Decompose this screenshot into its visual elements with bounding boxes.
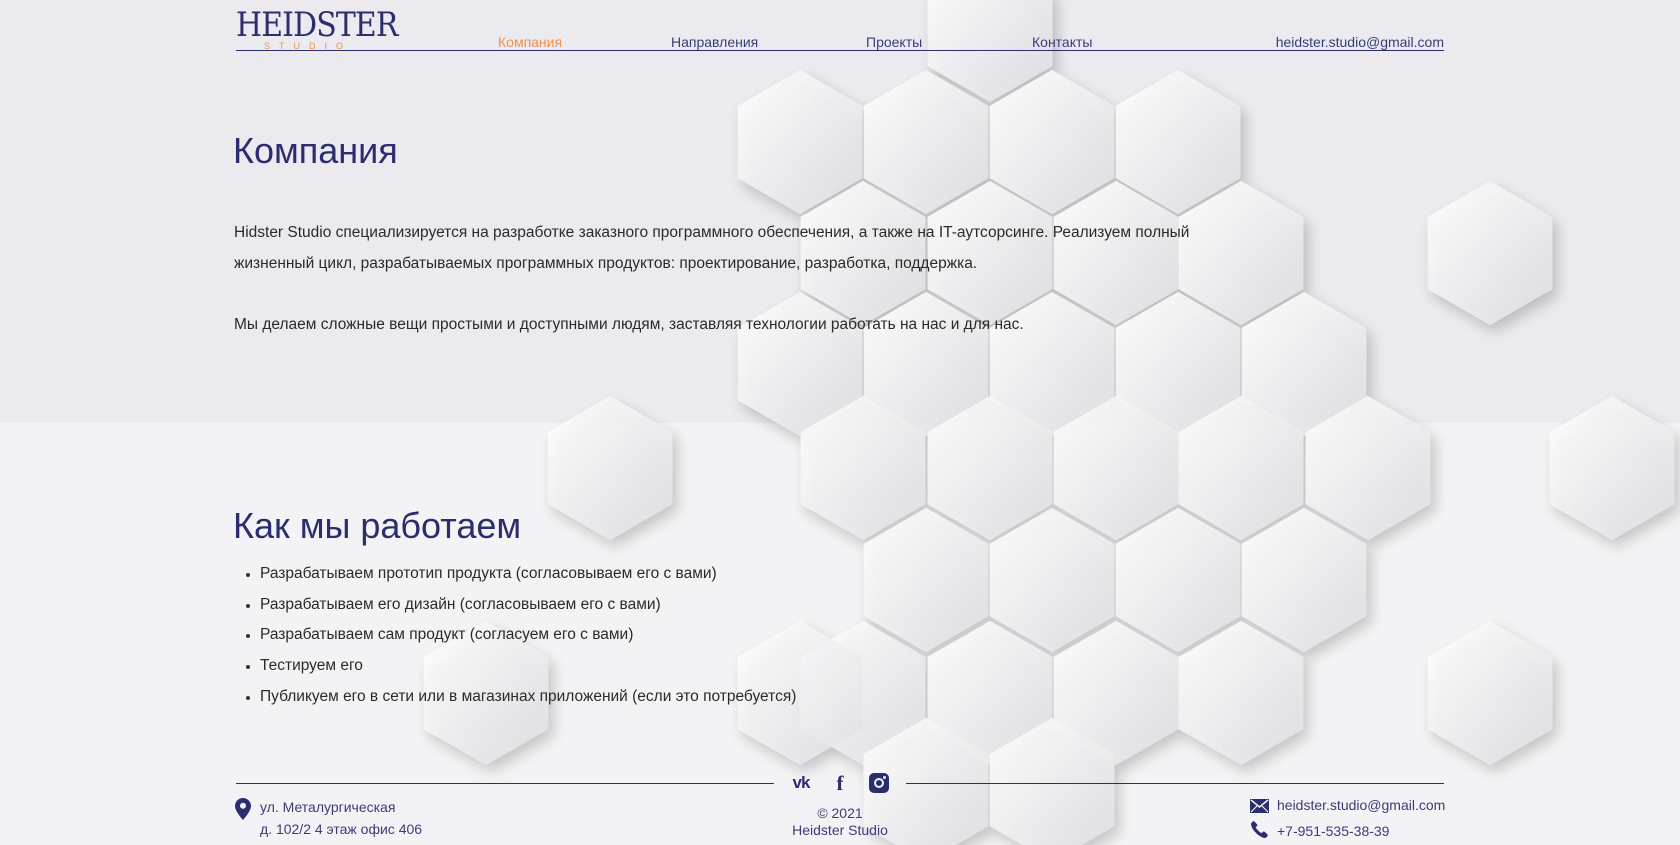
header-email-link[interactable]: heidster.studio@gmail.com bbox=[1276, 34, 1444, 50]
footer-phone-link[interactable]: +7-951-535-38-39 bbox=[1277, 823, 1389, 839]
nav-item-projects[interactable]: Проекты bbox=[866, 34, 922, 50]
location-pin-icon bbox=[235, 798, 251, 820]
logo-wordmark: HEIDSTER bbox=[236, 5, 398, 45]
vk-glyph: vk bbox=[792, 773, 811, 792]
process-step: Тестируем его bbox=[246, 651, 796, 682]
vk-icon[interactable]: vk bbox=[788, 770, 814, 796]
copyright-company: Heidster Studio bbox=[792, 822, 888, 838]
company-description: Hidster Studio специализируется на разра… bbox=[234, 224, 1190, 272]
copyright-year: © 2021 bbox=[817, 805, 863, 821]
footer-address: ул. Металургическая д. 102/2 4 этаж офис… bbox=[260, 796, 422, 840]
process-step: Публикуем его в сети или в магазинах при… bbox=[246, 682, 796, 713]
footer-divider-right bbox=[906, 783, 1444, 784]
header-divider bbox=[236, 50, 1444, 51]
nav-item-directions[interactable]: Направления bbox=[671, 34, 758, 50]
heidster-logo[interactable]: HEIDSTER STUDIO bbox=[236, 5, 398, 52]
phone-icon bbox=[1251, 821, 1268, 838]
process-steps-list: Разрабатываем прототип продукта (согласо… bbox=[246, 559, 796, 713]
company-title: Компания bbox=[233, 130, 398, 171]
address-building: д. 102/2 4 этаж офис 406 bbox=[260, 821, 423, 837]
facebook-glyph: f bbox=[836, 770, 844, 795]
nav-item-contacts[interactable]: Контакты bbox=[1032, 34, 1092, 50]
footer-copyright: © 2021 Heidster Studio bbox=[740, 805, 940, 839]
process-step: Разрабатываем прототип продукта (согласо… bbox=[246, 559, 796, 590]
process-title: Как мы работаем bbox=[233, 505, 522, 546]
company-mission: Мы делаем сложные вещи простыми и доступ… bbox=[234, 316, 1024, 333]
instagram-icon[interactable] bbox=[866, 770, 892, 796]
nav-item-company[interactable]: Компания bbox=[498, 34, 562, 50]
process-step: Разрабатываем сам продукт (согласуем его… bbox=[246, 620, 796, 651]
instagram-glyph bbox=[869, 773, 889, 793]
footer-divider-left bbox=[236, 783, 774, 784]
footer-email-link[interactable]: heidster.studio@gmail.com bbox=[1277, 797, 1445, 813]
mail-icon bbox=[1250, 799, 1269, 813]
process-step: Разрабатываем его дизайн (согласовываем … bbox=[246, 590, 796, 621]
facebook-icon[interactable]: f bbox=[827, 770, 853, 796]
address-street: ул. Металургическая bbox=[260, 799, 396, 815]
